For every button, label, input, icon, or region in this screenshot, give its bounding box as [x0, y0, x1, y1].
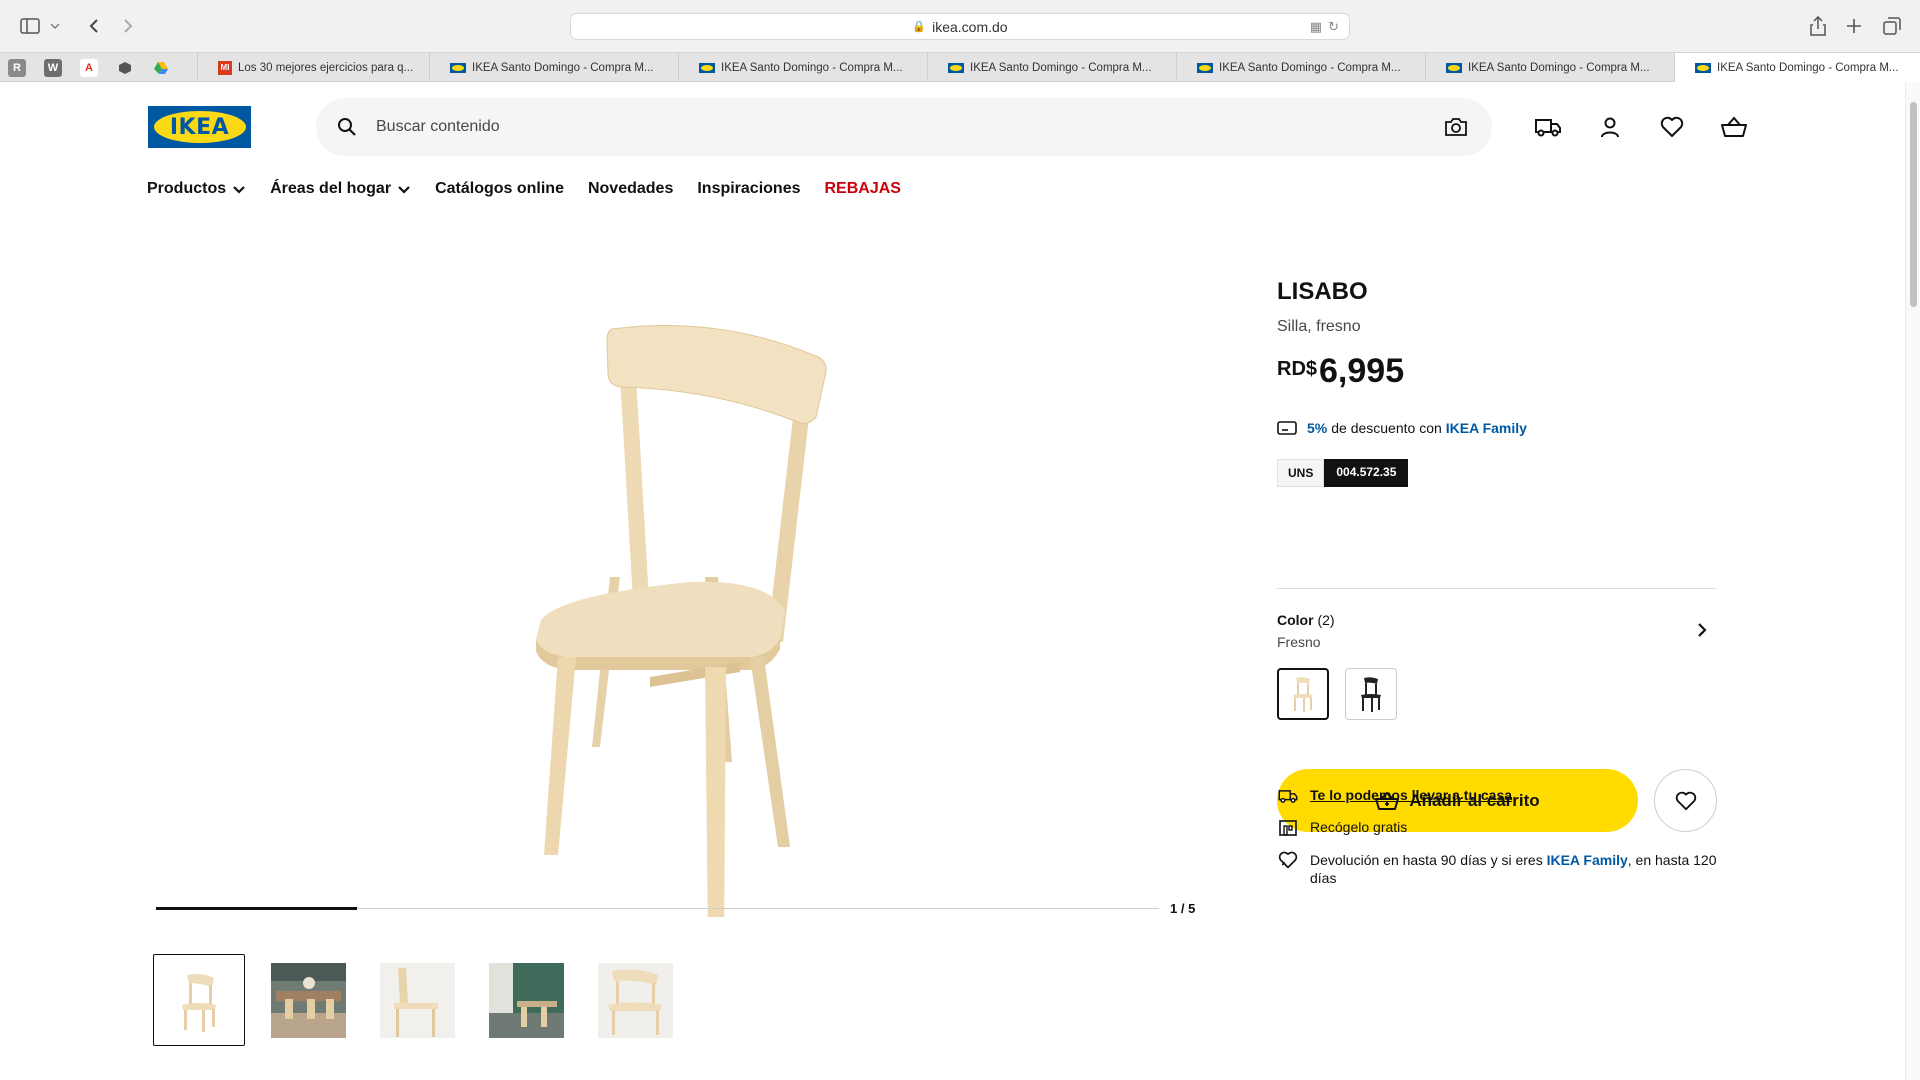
delivery-truck-icon[interactable]: [1531, 110, 1565, 144]
wishlist-heart-icon[interactable]: [1655, 110, 1689, 144]
camera-search-icon[interactable]: [1442, 113, 1470, 141]
price-amount: 6,995: [1319, 352, 1405, 390]
tab-ikea-active[interactable]: IKEA Santo Domingo - Compra M...: [1674, 53, 1920, 83]
swatch-fresno[interactable]: [1277, 668, 1329, 720]
gallery-progress-bar: [156, 907, 1159, 910]
thumb-chair-front[interactable]: [153, 954, 245, 1046]
family-discount: 5% de descuento con IKEA Family: [1277, 420, 1527, 436]
chevron-right-icon: [1698, 623, 1707, 637]
delivery-truck-icon: [1277, 787, 1299, 805]
search-bar[interactable]: [316, 98, 1492, 156]
product-main-image[interactable]: [500, 277, 900, 917]
thumb-dining-room[interactable]: [262, 954, 354, 1046]
address-bar[interactable]: 🔒 ikea.com.do ▦ ↻: [570, 13, 1350, 40]
ikea-favicon-icon: [1446, 62, 1462, 73]
tab-ikea-4[interactable]: IKEA Santo Domingo - Compra M...: [1176, 53, 1425, 82]
nav-novedades[interactable]: Novedades: [588, 180, 673, 198]
product-price: RD$ 6,995: [1277, 352, 1404, 391]
divider: [1277, 588, 1717, 589]
gallery-counter: 1 / 5: [1170, 901, 1196, 916]
ikea-favicon-icon: [699, 62, 715, 73]
store-icon: [1277, 819, 1299, 837]
color-value: Fresno: [1277, 634, 1321, 650]
share-icon[interactable]: [1806, 14, 1830, 38]
thumb-chair-side[interactable]: [371, 954, 463, 1046]
gallery-progress-fill: [156, 907, 357, 910]
delivery-info: Te lo podemos llevar a tu casa: [1277, 787, 1512, 805]
back-icon[interactable]: [82, 14, 106, 38]
nav-catalogos[interactable]: Catálogos online: [435, 180, 564, 198]
browser-toolbar: 🔒 ikea.com.do ▦ ↻: [0, 0, 1920, 52]
nav-areas-hogar[interactable]: Áreas del hogar: [270, 180, 411, 198]
tab-ikea-2[interactable]: IKEA Santo Domingo - Compra M...: [678, 53, 927, 82]
chevron-down-icon: [398, 185, 410, 194]
article-number: 004.572.35: [1324, 459, 1409, 487]
article-number-badge: UNS 004.572.35: [1277, 459, 1409, 487]
ikea-favicon-icon: [1695, 63, 1711, 73]
return-info: Devolución en hasta 90 días y si eres IK…: [1277, 851, 1720, 887]
product-description: Silla, fresno: [1277, 318, 1361, 335]
color-selector[interactable]: Color (2) Fresno: [1277, 612, 1717, 650]
nav-rebajas[interactable]: REBAJAS: [825, 180, 901, 198]
pinned-tab-drive-icon[interactable]: [152, 59, 170, 77]
forward-icon[interactable]: [116, 14, 140, 38]
tab-exercises[interactable]: MI Los 30 mejores ejercicios para q...: [197, 53, 429, 82]
search-input[interactable]: [376, 118, 1376, 136]
tab-ikea-3[interactable]: IKEA Santo Domingo - Compra M...: [927, 53, 1176, 82]
ikea-favicon-icon: [948, 62, 964, 73]
new-tab-icon[interactable]: [1842, 14, 1866, 38]
pinned-tab-adobe[interactable]: A: [80, 59, 98, 77]
main-nav: Productos Áreas del hogar Catálogos onli…: [147, 180, 925, 198]
swatch-black[interactable]: [1345, 668, 1397, 720]
thumb-green-room[interactable]: [480, 954, 572, 1046]
nav-productos[interactable]: Productos: [147, 180, 246, 198]
url-text: ikea.com.do: [932, 18, 1008, 35]
price-currency: RD$: [1277, 358, 1318, 380]
tab-bar: R W A MI Los 30 mejores ejercicios para …: [0, 52, 1920, 83]
sidebar-toggle-icon[interactable]: [18, 14, 42, 38]
gallery-thumbnails: [153, 954, 698, 1046]
page-content: IKEA Productos Áreas del hogar Catálogos…: [0, 82, 1905, 1080]
color-swatches: [1277, 668, 1413, 720]
chevron-down-icon: [233, 185, 245, 194]
shopping-basket-icon[interactable]: [1717, 110, 1751, 144]
scrollbar-thumb[interactable]: [1910, 102, 1917, 307]
tab-overview-icon[interactable]: [1880, 14, 1904, 38]
ikea-favicon-icon: [450, 62, 466, 73]
pinned-tab-settings-icon[interactable]: [116, 59, 134, 77]
ikea-family-return-link[interactable]: IKEA Family: [1547, 852, 1628, 868]
save-to-favourites-button[interactable]: [1654, 769, 1717, 832]
page-scrollbar[interactable]: [1905, 82, 1920, 1080]
article-unit-label: UNS: [1277, 459, 1325, 487]
family-card-icon: [1277, 421, 1297, 435]
translate-icon[interactable]: ▦: [1310, 19, 1322, 35]
pinned-tab-r[interactable]: R: [8, 59, 26, 77]
tab-ikea-5[interactable]: IKEA Santo Domingo - Compra M...: [1425, 53, 1674, 82]
tab-ikea-1[interactable]: IKEA Santo Domingo - Compra M...: [429, 53, 678, 82]
lock-icon: 🔒: [912, 21, 927, 33]
nav-inspiraciones[interactable]: Inspiraciones: [697, 180, 800, 198]
tab-favicon-icon: MI: [218, 60, 232, 75]
chevron-down-icon[interactable]: [48, 14, 62, 38]
ikea-logo[interactable]: IKEA: [148, 106, 251, 148]
ikea-family-link[interactable]: IKEA Family: [1446, 420, 1527, 436]
product-name: LISABO: [1277, 278, 1368, 305]
reload-icon[interactable]: ↻: [1328, 19, 1339, 35]
delivery-link[interactable]: Te lo podemos llevar a tu casa: [1310, 787, 1512, 803]
ikea-favicon-icon: [1197, 62, 1213, 73]
pickup-text: Recógelo gratis: [1310, 819, 1408, 835]
pinned-tab-w[interactable]: W: [44, 59, 62, 77]
thumb-chair-angle[interactable]: [589, 954, 681, 1046]
pickup-info: Recógelo gratis: [1277, 819, 1407, 837]
return-heart-icon: [1277, 851, 1299, 869]
heart-icon: [1675, 791, 1696, 810]
search-icon[interactable]: [332, 112, 362, 142]
account-icon[interactable]: [1593, 110, 1627, 144]
